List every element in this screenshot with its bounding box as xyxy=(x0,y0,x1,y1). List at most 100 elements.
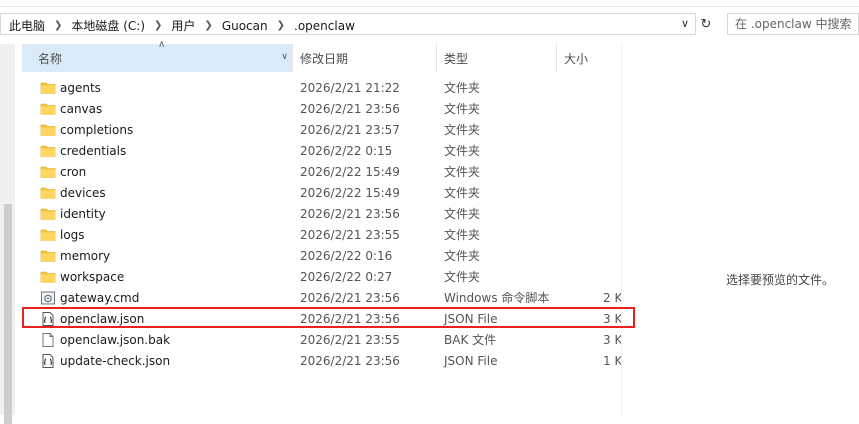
file-row[interactable]: openclaw.json.bak 2026/2/21 23:55 BAK 文件… xyxy=(22,329,622,350)
file-size: 2 K xyxy=(603,290,621,305)
file-row[interactable]: openclaw.json 2026/2/21 23:56 JSON File … xyxy=(22,308,622,329)
file-type: 文件夹 xyxy=(444,102,481,116)
search-input[interactable]: 在 .openclaw 中搜索 xyxy=(727,13,859,35)
file-name-cell: devices xyxy=(22,185,294,201)
file-type: 文件夹 xyxy=(444,81,481,95)
file-name: memory xyxy=(60,248,111,263)
file-row[interactable]: workspace 2026/2/22 0:27 文件夹 xyxy=(22,266,622,287)
chevron-right-icon[interactable]: ❯ xyxy=(54,20,62,31)
folder-icon xyxy=(40,185,56,201)
file-date: 2026/2/22 0:27 xyxy=(300,269,393,284)
json-file-icon xyxy=(40,311,56,327)
file-type: 文件夹 xyxy=(444,123,481,137)
file-date: 2026/2/22 15:49 xyxy=(300,164,400,179)
file-row[interactable]: identity 2026/2/21 23:56 文件夹 xyxy=(22,203,622,224)
file-name-cell: credentials xyxy=(22,143,294,159)
file-date: 2026/2/22 0:15 xyxy=(300,143,393,158)
file-name-cell: gateway.cmd xyxy=(22,290,294,306)
file-icon xyxy=(40,332,56,348)
folder-icon xyxy=(40,101,56,117)
toolbar-clipped xyxy=(0,0,859,7)
file-date: 2026/2/22 15:49 xyxy=(300,185,400,200)
file-date: 2026/2/22 0:16 xyxy=(300,248,393,263)
file-name: gateway.cmd xyxy=(60,290,140,305)
file-date: 2026/2/21 23:57 xyxy=(300,122,400,137)
chevron-down-icon[interactable]: ∨ xyxy=(681,17,689,30)
file-list: agents 2026/2/21 21:22 文件夹 canvas 2026/2… xyxy=(22,77,622,371)
breadcrumb-local-disk[interactable]: 本地磁盘 (C:) xyxy=(71,17,145,34)
file-name-cell: agents xyxy=(22,80,294,96)
file-name-cell: identity xyxy=(22,206,294,222)
file-name-cell: memory xyxy=(22,248,294,264)
file-type: 文件夹 xyxy=(444,186,481,200)
file-name-cell: completions xyxy=(22,122,294,138)
file-row[interactable]: agents 2026/2/21 21:22 文件夹 xyxy=(22,77,622,98)
column-header-type[interactable]: 类型 xyxy=(438,44,557,72)
file-type: 文件夹 xyxy=(444,144,481,158)
folder-icon xyxy=(40,248,56,264)
file-type: 文件夹 xyxy=(444,207,481,221)
file-name-cell: cron xyxy=(22,164,294,180)
file-name: openclaw.json xyxy=(60,311,145,326)
navigation-pane-scrollbar[interactable] xyxy=(0,44,15,424)
file-row[interactable]: credentials 2026/2/22 0:15 文件夹 xyxy=(22,140,622,161)
file-name: update-check.json xyxy=(60,353,171,368)
column-header-name[interactable]: ∧ 名称 ∨ xyxy=(22,39,293,72)
preview-pane-message: 选择要预览的文件。 xyxy=(726,273,835,287)
address-bar[interactable]: 此电脑 ❯ 本地磁盘 (C:) ❯ 用户 ❯ Guocan ❯ .opencla… xyxy=(0,13,696,35)
file-row[interactable]: logs 2026/2/21 23:55 文件夹 xyxy=(22,224,622,245)
file-name-cell: workspace xyxy=(22,269,294,285)
file-row[interactable]: cron 2026/2/22 15:49 文件夹 xyxy=(22,161,622,182)
file-date: 2026/2/21 21:22 xyxy=(300,80,400,95)
file-row[interactable]: gateway.cmd 2026/2/21 23:56 Windows 命令脚本… xyxy=(22,287,622,308)
file-name: cron xyxy=(60,164,87,179)
file-date: 2026/2/21 23:56 xyxy=(300,353,400,368)
file-name: identity xyxy=(60,206,106,221)
file-date: 2026/2/21 23:55 xyxy=(300,332,400,347)
chevron-down-icon[interactable]: ∨ xyxy=(281,52,288,62)
file-date: 2026/2/21 23:56 xyxy=(300,101,400,116)
file-size: 3 K xyxy=(603,311,621,326)
file-date: 2026/2/21 23:56 xyxy=(300,290,400,305)
file-type: 文件夹 xyxy=(444,228,481,242)
file-name-cell: logs xyxy=(22,227,294,243)
column-header-size[interactable]: 大小 xyxy=(558,44,618,72)
file-row[interactable]: update-check.json 2026/2/21 23:56 JSON F… xyxy=(22,350,622,371)
file-name: logs xyxy=(60,227,85,242)
folder-icon xyxy=(40,80,56,96)
file-type: 文件夹 xyxy=(444,249,481,263)
file-date: 2026/2/21 23:56 xyxy=(300,311,400,326)
file-type: 文件夹 xyxy=(444,270,481,284)
chevron-right-icon[interactable]: ❯ xyxy=(204,20,212,31)
breadcrumb-user-folder[interactable]: Guocan xyxy=(222,19,268,33)
scrollbar-thumb[interactable] xyxy=(4,204,12,424)
breadcrumb-current-folder[interactable]: .openclaw xyxy=(294,19,355,33)
file-name: workspace xyxy=(60,269,125,284)
breadcrumb-this-pc[interactable]: 此电脑 xyxy=(9,17,45,34)
file-type: JSON File xyxy=(444,353,498,368)
refresh-icon[interactable]: ↻ xyxy=(697,13,715,35)
file-type: Windows 命令脚本 xyxy=(444,291,550,305)
file-name: openclaw.json.bak xyxy=(60,332,171,347)
folder-icon xyxy=(40,269,56,285)
chevron-right-icon[interactable]: ❯ xyxy=(154,20,162,31)
chevron-right-icon[interactable]: ❯ xyxy=(277,20,285,31)
file-row[interactable]: memory 2026/2/22 0:16 文件夹 xyxy=(22,245,622,266)
file-name: credentials xyxy=(60,143,127,158)
column-header-date[interactable]: 修改日期 xyxy=(294,44,437,72)
file-size: 3 K xyxy=(603,332,621,347)
file-name: devices xyxy=(60,185,106,200)
file-name: canvas xyxy=(60,101,103,116)
folder-icon xyxy=(40,143,56,159)
file-date: 2026/2/21 23:55 xyxy=(300,227,400,242)
sort-ascending-icon: ∧ xyxy=(158,39,166,50)
file-row[interactable]: completions 2026/2/21 23:57 文件夹 xyxy=(22,119,622,140)
file-type: 文件夹 xyxy=(444,165,481,179)
file-row[interactable]: canvas 2026/2/21 23:56 文件夹 xyxy=(22,98,622,119)
breadcrumb-users[interactable]: 用户 xyxy=(171,17,195,34)
file-row[interactable]: devices 2026/2/22 15:49 文件夹 xyxy=(22,182,622,203)
file-name: completions xyxy=(60,122,134,137)
folder-icon xyxy=(40,206,56,222)
folder-icon xyxy=(40,164,56,180)
file-size: 1 K xyxy=(603,353,621,368)
